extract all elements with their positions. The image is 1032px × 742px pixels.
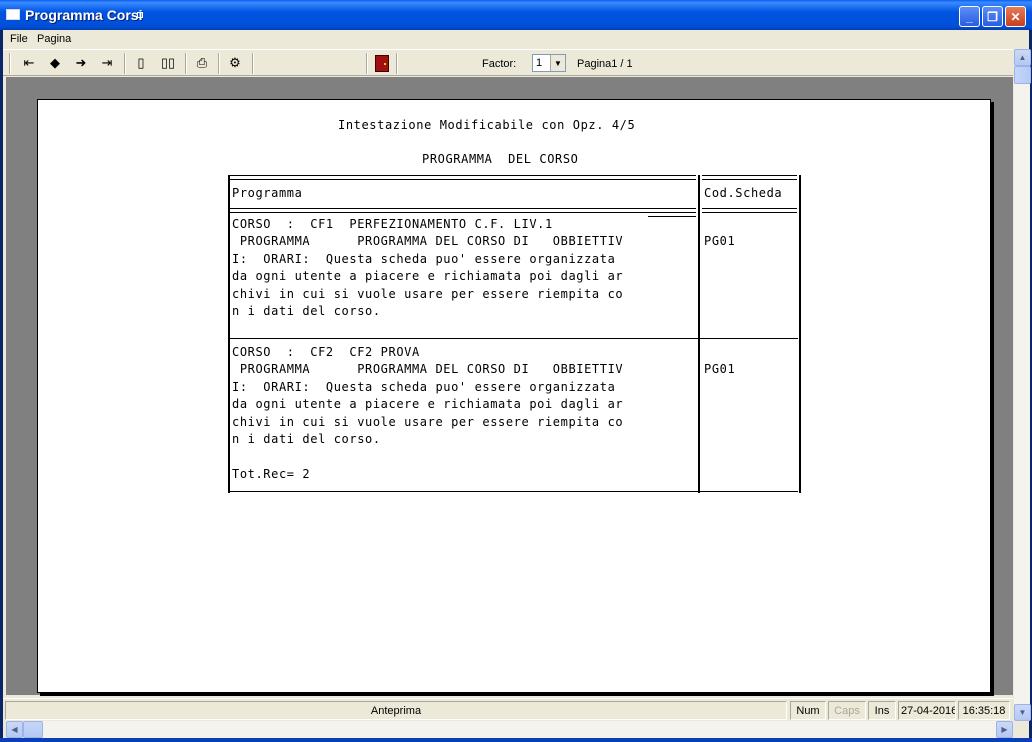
table-row-programma: CORSO : CF2 CF2 PROVA PROGRAMMA PROGRAMM…	[232, 345, 624, 447]
table-border	[230, 179, 696, 180]
menu-pagina[interactable]: Pagina	[37, 33, 71, 45]
exit-door-icon[interactable]	[375, 55, 389, 72]
scroll-left-button[interactable]: ◀	[6, 721, 23, 738]
menu-file[interactable]: File	[10, 33, 28, 45]
prev-page-icon: ◆	[50, 55, 60, 70]
minimize-button[interactable]: _	[959, 6, 980, 27]
maximize-button[interactable]: ❐	[982, 6, 1003, 27]
horizontal-scrollbar[interactable]: ◀ ▶	[6, 721, 1013, 738]
chevron-down-icon[interactable]: ▼	[550, 55, 565, 71]
table-row-programma: CORSO : CF1 PERFEZIONAMENTO C.F. LIV.1 P…	[232, 217, 624, 319]
report-header-line: Intestazione Modificabile con Opz. 4/5	[338, 118, 636, 132]
total-records: Tot.Rec= 2	[232, 467, 311, 481]
table-border	[230, 175, 696, 176]
report-title: PROGRAMMA DEL CORSO	[422, 152, 579, 166]
status-time: 16:35:18	[958, 701, 1010, 720]
status-ins: Ins	[868, 701, 896, 720]
next-page-icon: ➜	[75, 55, 87, 70]
app-window-icon	[6, 9, 20, 20]
vertical-scroll-thumb[interactable]	[1014, 66, 1031, 84]
menu-bar: File Pagina	[3, 30, 1029, 49]
chevron-down-icon: ▼	[1018, 708, 1027, 717]
status-bar: Anteprima Num Caps Ins 27-04-2016 16:35:…	[3, 698, 1013, 721]
table-border	[698, 175, 700, 493]
report-page: Intestazione Modificabile con Opz. 4/5 P…	[37, 99, 991, 693]
toolbar: ⇤ ◆ ➜ ⇥ ▯ ▯▯ ⎙ ⚙ Factor: 1 ▼ Pagina1 / 1	[3, 49, 1013, 76]
restore-glyph-icon	[137, 12, 143, 18]
column-header-programma: Programma	[232, 186, 303, 200]
minimize-icon: _	[966, 9, 973, 24]
print-button[interactable]: ⎙	[192, 54, 212, 72]
factor-select[interactable]: 1 ▼	[532, 54, 566, 72]
two-page-button[interactable]: ▯▯	[158, 54, 178, 72]
table-border	[702, 212, 797, 213]
first-page-button[interactable]: ⇤	[19, 54, 39, 72]
application-window: Programma Corsi _ ❐ ✕ File Pagina ⇤ ◆ ➜ …	[0, 0, 1032, 742]
scroll-down-button[interactable]: ▼	[1014, 704, 1031, 721]
print-preview-area[interactable]: Intestazione Modificabile con Opz. 4/5 P…	[6, 77, 1013, 695]
table-row-cod-scheda: PG01	[704, 234, 736, 248]
single-page-button[interactable]: ▯	[131, 54, 151, 72]
prev-page-button[interactable]: ◆	[45, 54, 65, 72]
status-caps: Caps	[828, 701, 866, 720]
toolbar-separator	[185, 53, 187, 74]
toolbar-separator	[396, 53, 398, 74]
close-button[interactable]: ✕	[1005, 6, 1026, 27]
table-border	[702, 208, 797, 209]
toolbar-separator	[218, 53, 220, 74]
print-setup-button[interactable]: ⚙	[225, 54, 245, 72]
table-border	[799, 175, 801, 493]
table-border	[702, 179, 797, 180]
printer-icon: ⎙	[196, 55, 208, 70]
title-bar[interactable]: Programma Corsi _ ❐ ✕	[0, 0, 1032, 30]
toolbar-separator	[124, 53, 126, 74]
last-page-icon: ⇥	[101, 55, 113, 70]
chevron-left-icon: ◀	[11, 725, 18, 734]
column-header-cod-scheda: Cod.Scheda	[704, 186, 783, 200]
status-main: Anteprima	[5, 701, 787, 720]
toolbar-separator	[366, 53, 368, 74]
chevron-up-icon: ▲	[1018, 53, 1027, 62]
table-row-cod-scheda: PG01	[704, 362, 736, 376]
scroll-up-button[interactable]: ▲	[1014, 49, 1031, 66]
table-border	[230, 208, 696, 209]
window-title: Programma Corsi	[25, 7, 143, 23]
horizontal-scroll-thumb[interactable]	[23, 721, 43, 738]
status-date: 27-04-2016	[898, 701, 956, 720]
vertical-scrollbar[interactable]: ▲ ▼	[1013, 49, 1031, 721]
page-indicator: Pagina1 / 1	[577, 58, 633, 70]
toolbar-grip	[9, 53, 11, 74]
chevron-right-icon: ▶	[1001, 725, 1008, 734]
status-num: Num	[790, 701, 826, 720]
row-divider	[230, 338, 798, 339]
table-border	[702, 175, 797, 176]
table-border	[648, 216, 696, 217]
factor-value: 1	[536, 57, 543, 69]
factor-label: Factor:	[482, 58, 517, 70]
first-page-icon: ⇤	[23, 55, 35, 70]
next-page-button[interactable]: ➜	[71, 54, 91, 72]
two-page-icon: ▯▯	[160, 55, 176, 70]
taskbar-edge	[0, 738, 1032, 742]
report-table: Programma Cod.Scheda CORSO : CF1 PERFEZI…	[228, 175, 802, 493]
scroll-right-button[interactable]: ▶	[996, 721, 1013, 738]
single-page-icon: ▯	[137, 55, 145, 70]
table-border	[228, 175, 230, 493]
table-border	[230, 212, 696, 213]
toolbar-separator	[252, 53, 254, 74]
last-page-button[interactable]: ⇥	[97, 54, 117, 72]
restore-icon: ❐	[987, 9, 998, 24]
close-icon: ✕	[1010, 9, 1021, 24]
print-setup-icon: ⚙	[229, 55, 241, 70]
table-border	[230, 491, 798, 492]
